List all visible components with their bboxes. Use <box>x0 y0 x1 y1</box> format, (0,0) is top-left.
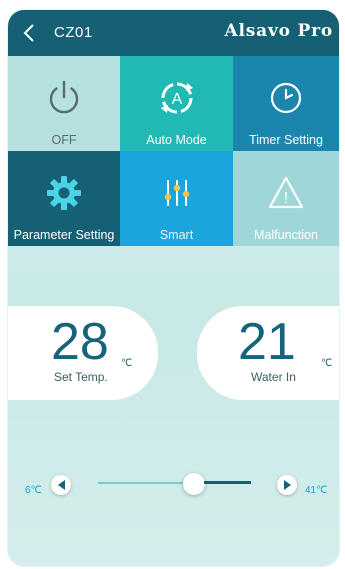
off-label: OFF <box>51 133 77 147</box>
min-temp-label: 6℃ <box>25 485 42 496</box>
water-in-card: 21 ℃ Water In <box>197 306 339 400</box>
chevron-left-icon <box>23 24 34 42</box>
decrease-temp-button[interactable] <box>51 475 71 495</box>
max-temp-label: 41℃ <box>305 485 328 496</box>
power-icon <box>49 80 79 114</box>
brand-logo: Alsavo Pro <box>224 21 333 41</box>
triangle-right-icon <box>284 480 291 490</box>
warning-glyph: ! <box>284 190 288 207</box>
water-in-label: Water In <box>251 370 296 384</box>
auto-mode-glyph: A <box>171 91 182 108</box>
timer-setting-button[interactable]: Timer Setting <box>233 56 339 151</box>
slider-track-left[interactable] <box>98 482 190 484</box>
timer-setting-label: Timer Setting <box>249 133 323 147</box>
smart-button[interactable]: Smart <box>120 151 233 246</box>
device-name: CZ01 <box>54 24 93 41</box>
smart-label: Smart <box>159 228 194 242</box>
auto-mode-label: Auto Mode <box>146 133 207 147</box>
app-screen: CZ01 Alsavo Pro OFF A Auto Mode Timer Se… <box>8 10 339 566</box>
temp-slider-thumb[interactable] <box>183 473 205 495</box>
set-temp-unit: ℃ <box>121 358 133 369</box>
auto-mode-icon: A <box>160 82 193 114</box>
set-temp-value: 28 <box>51 313 109 371</box>
parameter-setting-label: Parameter Setting <box>13 228 115 242</box>
off-button[interactable]: OFF <box>8 56 120 151</box>
malfunction-button[interactable]: ! Malfunction <box>233 151 339 246</box>
sliders-icon <box>164 180 189 206</box>
slider-track-right[interactable] <box>204 481 251 484</box>
increase-temp-button[interactable] <box>277 475 297 495</box>
set-temp-card[interactable]: 28 ℃ Set Temp. <box>8 306 158 400</box>
gear-icon <box>47 176 81 210</box>
water-in-value: 21 <box>238 313 296 371</box>
back-button[interactable] <box>20 21 40 45</box>
warning-icon: ! <box>268 176 304 209</box>
header-bar: CZ01 Alsavo Pro <box>8 10 339 56</box>
malfunction-label: Malfunction <box>254 228 318 242</box>
auto-mode-button[interactable]: A Auto Mode <box>120 56 233 151</box>
set-temp-label: Set Temp. <box>54 370 108 384</box>
triangle-left-icon <box>58 480 65 490</box>
clock-icon <box>270 82 302 114</box>
parameter-setting-button[interactable]: Parameter Setting <box>8 151 120 246</box>
water-in-unit: ℃ <box>321 358 333 369</box>
